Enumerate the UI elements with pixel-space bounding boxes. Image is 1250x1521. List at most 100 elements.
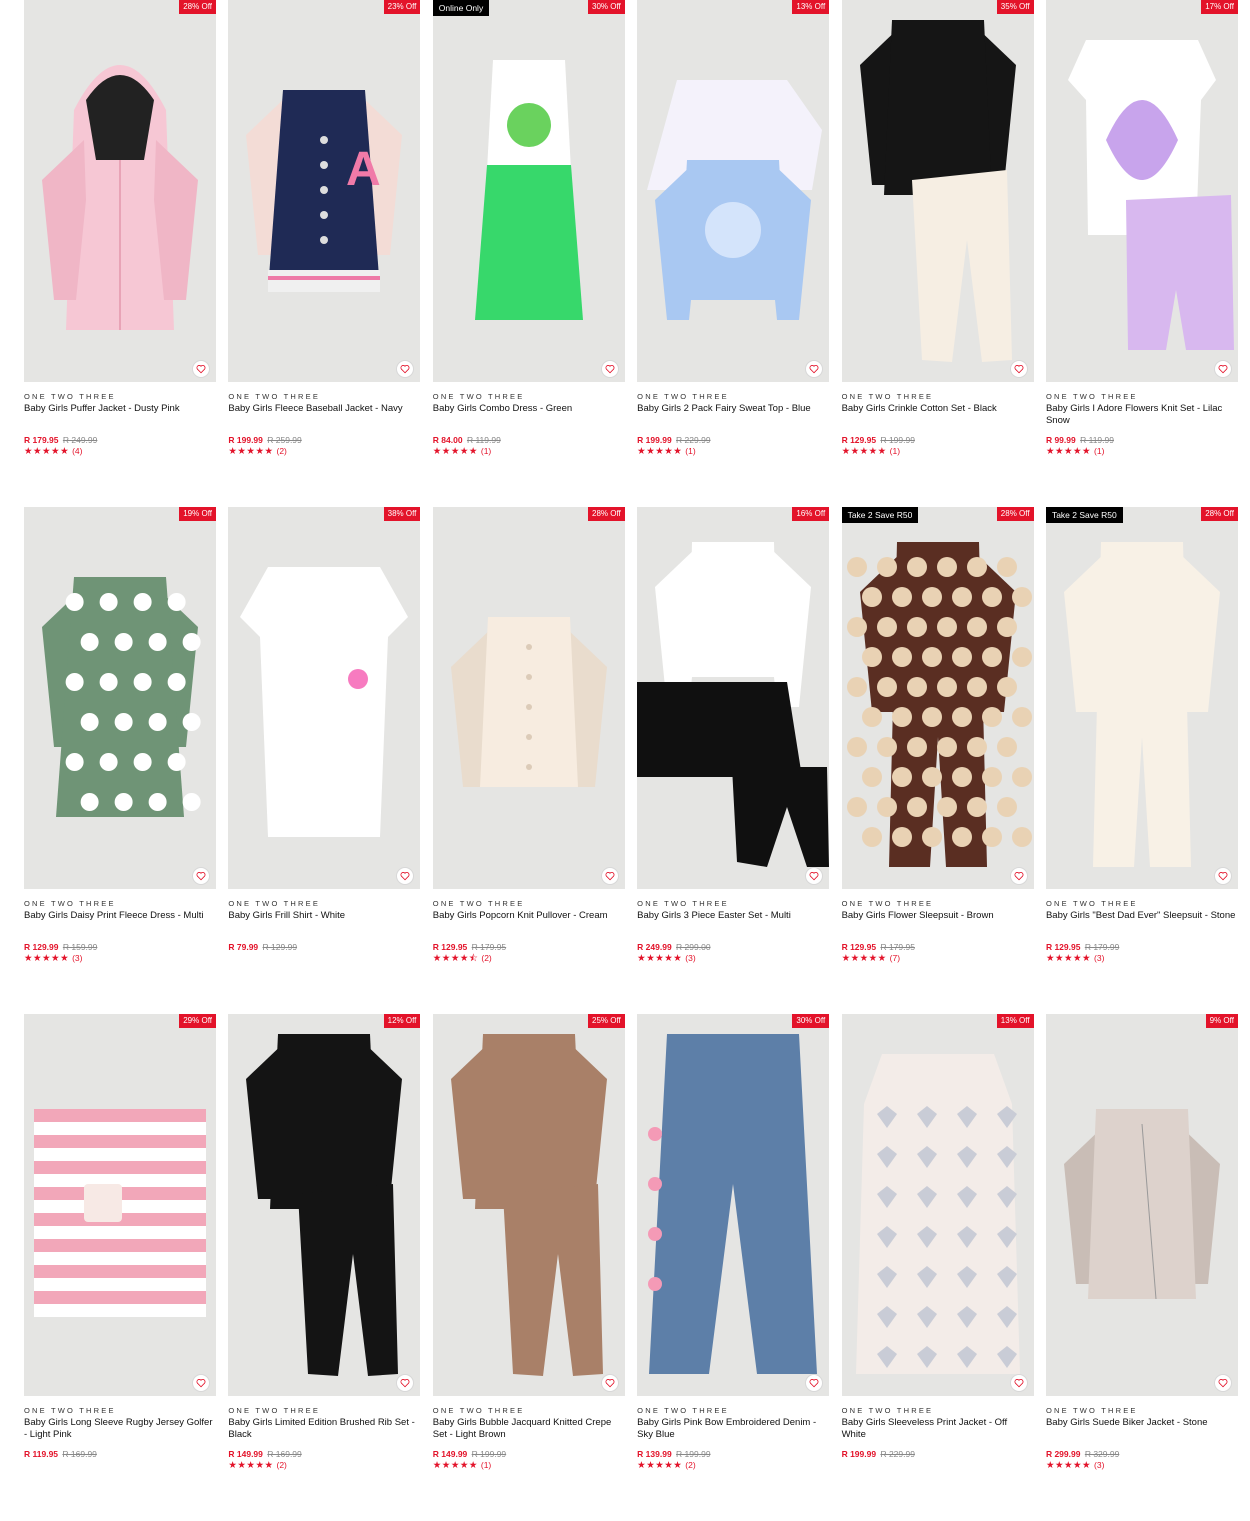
price-row: R 299.99 R 329.99 [1046, 1449, 1238, 1460]
product-image[interactable]: 13% Off [841, 1014, 1034, 1396]
product-card[interactable]: 13% Off ONE TWO THREE Baby Girls Sleevel… [841, 1014, 1034, 1521]
rating-row[interactable]: ★★★★★ (1) [842, 446, 1034, 457]
review-count: (4) [72, 446, 83, 456]
current-price: R 129.95 [841, 942, 877, 952]
product-name-link[interactable]: Baby Girls Crinkle Cotton Set - Black [842, 403, 1034, 435]
product-card[interactable]: 25% Off ONE TWO THREE Baby Girls Bubble … [432, 1014, 625, 1521]
product-card[interactable]: 35% Off ONE TWO THREE Baby Girls Crinkle… [841, 0, 1034, 507]
original-price: R 169.99 [267, 1449, 302, 1459]
rating-row[interactable]: ★★★★★ (2) [228, 446, 420, 457]
rating-row[interactable]: ★★★★★ (4) [24, 446, 216, 457]
original-price: R 199.99 [880, 435, 915, 445]
wishlist-heart-icon[interactable] [192, 360, 210, 378]
product-card[interactable]: 17% Off ONE TWO THREE Baby Girls I Adore… [1045, 0, 1238, 507]
price-row: R 249.99 R 299.00 [637, 942, 829, 953]
product-card[interactable]: 28% Off ONE TWO THREE Baby Girls Popcorn… [432, 507, 625, 1014]
rating-row[interactable]: ★★★★★ (1) [433, 1460, 625, 1471]
current-price: R 199.99 [841, 1449, 877, 1459]
product-image[interactable]: 16% Off [637, 507, 830, 889]
product-name-link[interactable]: Baby Girls "Best Dad Ever" Sleepsuit - S… [1046, 910, 1238, 942]
product-name-link[interactable]: Baby Girls Long Sleeve Rugby Jersey Golf… [24, 1417, 216, 1449]
wishlist-heart-icon[interactable] [1009, 360, 1028, 378]
rating-row[interactable]: ★★★★★ (3) [637, 953, 829, 964]
wishlist-heart-icon[interactable] [1213, 1374, 1232, 1392]
product-card[interactable]: 30% Off ONE TWO THREE Baby Girls Pink Bo… [637, 1014, 830, 1521]
product-card[interactable]: 12% Off ONE TWO THREE Baby Girls Limited… [228, 1014, 421, 1521]
product-name-link[interactable]: Baby Girls Sleeveless Print Jacket - Off… [842, 1417, 1034, 1449]
product-image[interactable]: 28% Off [24, 0, 216, 382]
current-price: R 299.99 [1045, 1449, 1081, 1459]
star-rating-icon: ★★★★⯪ [432, 953, 479, 964]
product-card[interactable]: 16% Off ONE TWO THREE Baby Girls 3 Piece… [637, 507, 830, 1014]
rating-row[interactable]: ★★★★★ (3) [24, 953, 216, 964]
product-image[interactable]: 17% Off [1045, 0, 1238, 382]
product-image[interactable]: 13% Off [637, 0, 830, 382]
product-card[interactable]: Take 2 Save R50 28% Off ONE TWO THREE Ba… [1045, 507, 1238, 1014]
rating-row[interactable]: ★★★★⯪ (2) [433, 953, 625, 964]
product-name-link[interactable]: Baby Girls Frill Shirt - White [228, 910, 420, 942]
original-price: R 299.00 [676, 942, 711, 952]
wishlist-heart-icon[interactable] [192, 867, 210, 885]
product-name-link[interactable]: Baby Girls Daisy Print Fleece Dress - Mu… [24, 910, 216, 942]
price-row: R 149.99 R 199.99 [433, 1449, 625, 1460]
product-card[interactable]: Take 2 Save R50 28% Off ONE TWO THREE Ba… [841, 507, 1034, 1014]
rating-row[interactable]: ★★★★★ (1) [433, 446, 625, 457]
wishlist-heart-icon[interactable] [1213, 867, 1232, 885]
rating-row[interactable]: ★★★★★ (7) [842, 953, 1034, 964]
rating-row[interactable]: ★★★★★ (1) [637, 446, 829, 457]
product-name-link[interactable]: Baby Girls Suede Biker Jacket - Stone [1046, 1417, 1238, 1449]
product-name-link[interactable]: Baby Girls Limited Edition Brushed Rib S… [228, 1417, 420, 1449]
product-image[interactable]: Online Only 30% Off [432, 0, 625, 382]
product-card[interactable]: 29% Off ONE TWO THREE Baby Girls Long Sl… [24, 1014, 216, 1521]
rating-row[interactable]: ★★★★★ (2) [637, 1460, 829, 1471]
product-name-link[interactable]: Baby Girls Combo Dress - Green [433, 403, 625, 435]
product-card[interactable]: Online Only 30% Off ONE TWO THREE Baby G… [432, 0, 625, 507]
review-count: (3) [685, 953, 696, 963]
product-image[interactable]: 12% Off [228, 1014, 421, 1396]
discount-badge: 28% Off [179, 0, 216, 14]
product-image[interactable]: 30% Off [637, 1014, 830, 1396]
original-price: R 179.99 [1084, 942, 1120, 952]
current-price: R 79.99 [228, 942, 259, 952]
product-name-link[interactable]: Baby Girls 3 Piece Easter Set - Multi [637, 910, 829, 942]
product-card[interactable]: 28% Off ONE TWO THREE Baby Girls Puffer … [24, 0, 216, 507]
rating-row[interactable]: ★★★★★ (3) [1046, 953, 1238, 964]
product-image[interactable]: Take 2 Save R50 28% Off [841, 507, 1034, 889]
wishlist-heart-icon[interactable] [1009, 867, 1028, 885]
product-card[interactable]: 13% Off ONE TWO THREE Baby Girls 2 Pack … [637, 0, 830, 507]
product-image[interactable]: 29% Off [24, 1014, 216, 1396]
product-image[interactable]: 19% Off [24, 507, 216, 889]
product-image[interactable]: 28% Off [432, 507, 625, 889]
wishlist-heart-icon[interactable] [1009, 1374, 1028, 1392]
svg-text:A: A [346, 143, 381, 196]
rating-row[interactable]: ★★★★★ (2) [228, 1460, 420, 1471]
product-name-link[interactable]: Baby Girls Pink Bow Embroidered Denim - … [637, 1417, 829, 1449]
product-name-link[interactable]: Baby Girls Popcorn Knit Pullover - Cream [433, 910, 625, 942]
wishlist-heart-icon[interactable] [600, 867, 619, 885]
product-name-link[interactable]: Baby Girls Flower Sleepsuit - Brown [842, 910, 1034, 942]
wishlist-heart-icon[interactable] [192, 1374, 210, 1392]
original-price: R 159.99 [62, 942, 98, 952]
product-name-link[interactable]: Baby Girls Puffer Jacket - Dusty Pink [24, 403, 216, 435]
current-price: R 129.95 [432, 942, 468, 952]
product-name-link[interactable]: Baby Girls 2 Pack Fairy Sweat Top - Blue [637, 403, 829, 435]
product-image[interactable]: Take 2 Save R50 28% Off [1045, 507, 1238, 889]
product-card[interactable]: 19% Off ONE TWO THREE Baby Girls Daisy P… [24, 507, 216, 1014]
product-card[interactable]: A 23% Off ONE TWO THREE Baby Girls Fleec… [228, 0, 421, 507]
product-name-link[interactable]: Baby Girls I Adore Flowers Knit Set - Li… [1046, 403, 1238, 435]
product-name-link[interactable]: Baby Girls Fleece Baseball Jacket - Navy [228, 403, 420, 435]
price-row: R 99.99 R 119.99 [1046, 435, 1238, 446]
wishlist-heart-icon[interactable] [600, 1374, 619, 1392]
wishlist-heart-icon[interactable] [1213, 360, 1232, 378]
rating-row[interactable]: ★★★★★ (3) [1046, 1460, 1238, 1471]
product-image[interactable]: A 23% Off [228, 0, 421, 382]
product-card[interactable]: 9% Off ONE TWO THREE Baby Girls Suede Bi… [1045, 1014, 1238, 1521]
product-card[interactable]: 38% Off ONE TWO THREE Baby Girls Frill S… [228, 507, 421, 1014]
product-name-link[interactable]: Baby Girls Bubble Jacquard Knitted Crepe… [433, 1417, 625, 1449]
product-image[interactable]: 35% Off [841, 0, 1034, 382]
product-image[interactable]: 25% Off [432, 1014, 625, 1396]
product-image[interactable]: 9% Off [1045, 1014, 1238, 1396]
product-image[interactable]: 38% Off [228, 507, 421, 889]
rating-row[interactable]: ★★★★★ (1) [1046, 446, 1238, 457]
wishlist-heart-icon[interactable] [600, 360, 619, 378]
